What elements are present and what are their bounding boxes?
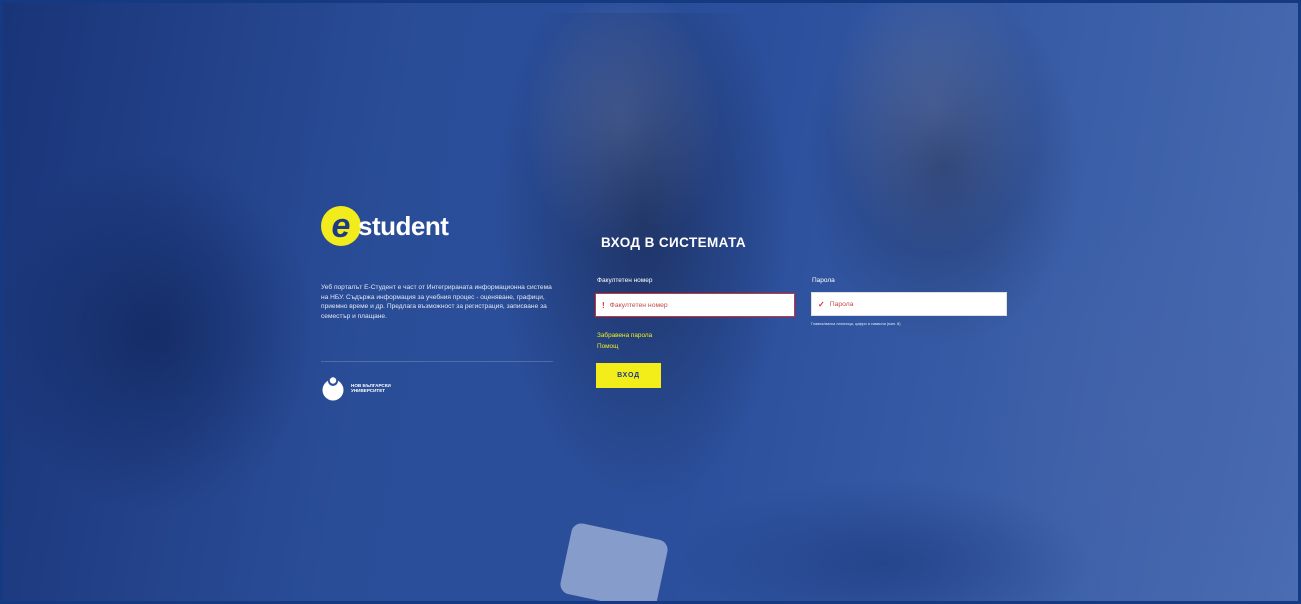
faculty-number-label: Факултетен номер <box>597 277 653 284</box>
error-icon: ! <box>602 300 605 310</box>
password-input[interactable] <box>829 293 1006 315</box>
university-emblem-icon <box>321 375 345 401</box>
logo-letter: e <box>321 206 361 246</box>
forgot-password-link[interactable]: Забравена парола <box>597 332 652 339</box>
logo-text: student <box>358 210 449 241</box>
check-icon: ✓ <box>818 299 825 309</box>
help-link[interactable]: Помощ <box>597 343 618 350</box>
divider <box>321 361 553 362</box>
portal-description: Уеб порталът Е-Студент е част от Интегри… <box>321 284 552 320</box>
university-name: НОВ БЪЛГАРСКИ УНИВЕРСИТЕТ <box>351 382 391 393</box>
faculty-number-field[interactable]: ! <box>595 293 795 317</box>
faculty-number-input[interactable] <box>609 294 794 316</box>
password-field[interactable]: ✓ <box>811 292 1007 316</box>
background-figure-left <box>483 13 803 533</box>
login-button[interactable]: ВХОД <box>596 363 661 388</box>
university-logo: НОВ БЪЛГАРСКИ УНИВЕРСИТЕТ <box>321 375 407 401</box>
login-title: ВХОД В СИСТЕМАТА <box>601 235 747 250</box>
password-hint: Главна/малка латиница, цифри и символи (… <box>811 322 901 326</box>
password-label: Парола <box>812 277 835 284</box>
login-page: e student Уеб порталът Е-Студент е част … <box>0 0 1301 604</box>
estudent-logo: e student <box>321 206 449 246</box>
